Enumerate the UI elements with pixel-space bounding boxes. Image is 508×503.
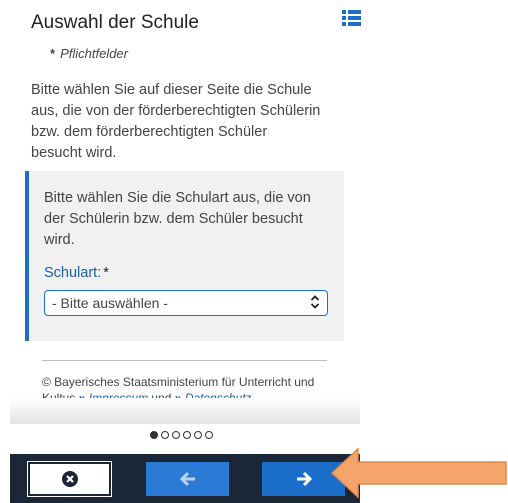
school-type-label: Schulart: *: [44, 265, 109, 281]
chevron-up-down-icon: [310, 295, 320, 309]
pagination-dot: [172, 431, 180, 439]
callout-arrow-icon: [330, 447, 507, 499]
pagination-dot: [194, 431, 202, 439]
close-circle-icon: [61, 471, 78, 487]
required-star: *: [50, 46, 56, 61]
school-type-select[interactable]: - Bitte auswählen -: [44, 290, 328, 316]
pagination-dot: [161, 431, 169, 439]
scroll-fade: [10, 398, 360, 424]
panel-text: Bitte wählen Sie die Schulart aus, die v…: [44, 190, 311, 248]
arrow-left-icon: [179, 471, 195, 487]
pagination-dot: [205, 431, 213, 439]
pagination-dot: [150, 431, 158, 439]
pagination-dot: [183, 431, 191, 439]
page-title: Auswahl der Schule: [31, 12, 199, 33]
footer-divider: [42, 360, 327, 361]
school-type-select-value: - Bitte auswählen -: [52, 295, 168, 311]
school-type-required-star: *: [103, 265, 109, 281]
required-note: * Pflichtfelder: [50, 46, 128, 61]
page: Auswahl der Schule * Pflichtfelder Bitte …: [0, 0, 508, 503]
required-label: Pflichtfelder: [60, 46, 128, 61]
arrow-right-icon: [296, 471, 312, 487]
back-button[interactable]: [146, 462, 229, 496]
list-icon[interactable]: [342, 10, 361, 26]
school-type-label-text: Schulart:: [44, 265, 102, 281]
bottom-nav-bar: [10, 454, 360, 503]
intro-text: Bitte wählen Sie auf dieser Seite die Sc…: [31, 82, 321, 161]
school-type-panel: Bitte wählen Sie die Schulart aus, die v…: [25, 171, 344, 341]
pagination-dots: [150, 431, 225, 443]
cancel-button[interactable]: [27, 461, 112, 497]
